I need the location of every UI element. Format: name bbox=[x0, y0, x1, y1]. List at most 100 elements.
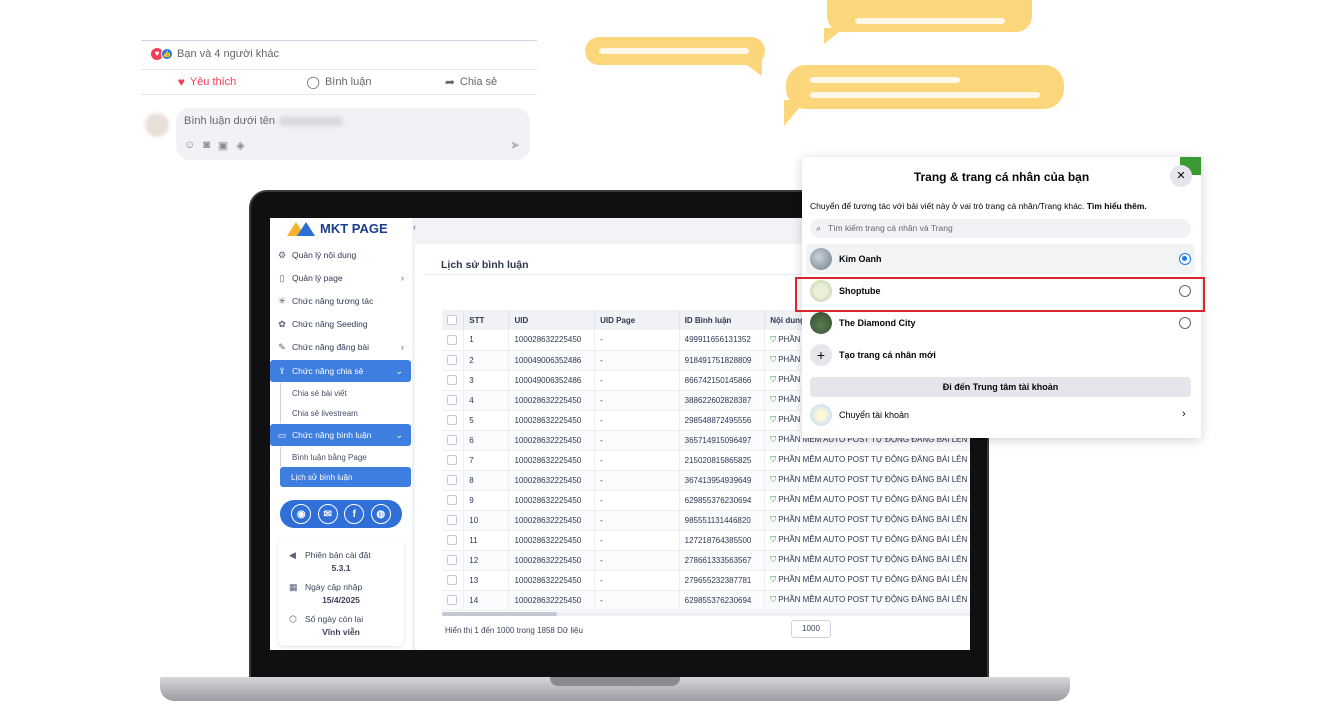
days-label: Số ngày còn lại bbox=[305, 614, 364, 624]
row-select-cell bbox=[442, 490, 465, 511]
cell-content-text: PHẦN MỀM AUTO POST TỰ ĐỘNG ĐĂNG BÀI LÊN … bbox=[778, 455, 970, 464]
table-row[interactable]: 11 100028632225450-127218764385500 ⛉ PHẦN M… bbox=[442, 530, 970, 551]
sidebar-item-commenting[interactable]: ▭ Chức năng bình luận ⌄ bbox=[270, 424, 411, 446]
row-checkbox[interactable] bbox=[447, 375, 457, 385]
cell-comment-id: 985551131446820 bbox=[679, 510, 766, 531]
messenger-icon[interactable]: ✉ bbox=[317, 504, 338, 524]
app-sidebar: MKT PAGE ⚙ Quản lý nội dung ▯ Quản lý pa… bbox=[270, 218, 412, 650]
cell-content: ⛉ PHẦN MỀM AUTO POST TỰ ĐỘNG ĐĂNG BÀI LÊN… bbox=[764, 550, 970, 571]
row-checkbox[interactable] bbox=[447, 555, 457, 565]
gif-icon[interactable]: ▣ bbox=[218, 139, 228, 152]
globe-icon[interactable]: ◍ bbox=[370, 504, 391, 524]
sidebar-subitem-share-livestream[interactable]: Chia sẻ livestream bbox=[280, 403, 411, 423]
table-row[interactable]: 13 100028632225450-279655232387781 ⛉ PHẦN M… bbox=[442, 570, 970, 591]
learn-more-link[interactable]: Tìm hiểu thêm. bbox=[1087, 201, 1147, 211]
cell-comment-id: 215020815865825 bbox=[679, 450, 766, 471]
sidebar-subitem-comment-history[interactable]: Lịch sử bình luận bbox=[280, 467, 411, 487]
row-checkbox[interactable] bbox=[447, 355, 457, 365]
row-select-cell bbox=[442, 350, 465, 371]
cell-comment-id: 918491751828809 bbox=[679, 350, 766, 371]
table-row[interactable]: 12 100028632225450-278661333563567 ⛉ PHẦN M… bbox=[442, 550, 970, 571]
scrollbar-thumb[interactable] bbox=[442, 612, 557, 616]
row-checkbox[interactable] bbox=[447, 495, 457, 505]
create-profile-row[interactable]: + Tạo trang cá nhân mới bbox=[802, 340, 1201, 370]
row-checkbox[interactable] bbox=[447, 334, 457, 345]
profile-radio[interactable] bbox=[1179, 253, 1191, 265]
commenter-avatar bbox=[145, 113, 169, 137]
sidebar-subitem-share-post[interactable]: Chia sẻ bài viết bbox=[280, 383, 411, 403]
bubble-line bbox=[810, 92, 1040, 98]
sidebar-item-sharing[interactable]: ⇪ Chức năng chia sẻ ⌄ bbox=[270, 360, 411, 382]
horizontal-scrollbar[interactable] bbox=[442, 612, 970, 616]
sidebar-item-interaction[interactable]: ✳ Chức năng tương tác bbox=[270, 290, 412, 312]
sidebar-item-label: Chức năng Seeding bbox=[292, 319, 368, 329]
accounts-center-button[interactable]: Đi đến Trung tâm tài khoản bbox=[810, 377, 1191, 397]
profile-radio[interactable] bbox=[1179, 317, 1191, 329]
cell-stt: 13 bbox=[463, 570, 510, 591]
select-all-checkbox[interactable] bbox=[447, 315, 457, 325]
cell-uid-page: - bbox=[594, 550, 680, 571]
sidebar-item-label: Chức năng tương tác bbox=[292, 296, 374, 306]
page-size-input[interactable]: 1000 bbox=[791, 620, 831, 638]
facebook-icon[interactable]: f bbox=[344, 504, 365, 524]
cell-stt: 4 bbox=[463, 390, 510, 411]
sidebar-subitem-comment-by-page[interactable]: Bình luận bằng Page bbox=[280, 447, 411, 467]
row-checkbox[interactable] bbox=[447, 515, 457, 525]
col-comment-id[interactable]: ID Bình luận bbox=[679, 310, 766, 330]
collapse-sidebar-icon[interactable]: ‹ bbox=[413, 222, 416, 232]
heart-icon: ♥ bbox=[177, 75, 185, 89]
close-icon[interactable]: ✕ bbox=[1170, 165, 1192, 187]
comment-icon: ▭ bbox=[277, 429, 287, 440]
table-row[interactable]: 9 100028632225450-629855376230694 ⛉ PHẦN MỀ… bbox=[442, 490, 970, 511]
col-uid[interactable]: UID bbox=[508, 310, 596, 330]
comment-input[interactable]: Bình luận dưới tên ☺ ◙ ▣ ◈ ➤ bbox=[176, 108, 530, 160]
share-button[interactable]: ➦ Chia sẻ bbox=[405, 70, 537, 94]
row-checkbox[interactable] bbox=[447, 415, 457, 425]
bubble-line bbox=[599, 48, 749, 54]
sidebar-item-label: Quản lý page bbox=[292, 273, 343, 283]
cell-uid-page: - bbox=[594, 450, 680, 471]
row-checkbox[interactable] bbox=[447, 535, 457, 545]
sidebar-item-page-management[interactable]: ▯ Quản lý page › bbox=[270, 267, 412, 289]
col-uid-page[interactable]: UID Page bbox=[594, 310, 680, 330]
comment-button[interactable]: ◯ Bình luận bbox=[273, 70, 405, 94]
col-stt[interactable]: STT bbox=[463, 310, 510, 330]
row-checkbox[interactable] bbox=[447, 595, 457, 605]
reaction-summary[interactable]: ♥ 👍 Bạn và 4 người khác bbox=[151, 47, 279, 61]
cell-comment-id: 298548872495556 bbox=[679, 410, 766, 431]
row-checkbox[interactable] bbox=[447, 455, 457, 465]
like-button[interactable]: ♥ Yêu thích bbox=[141, 70, 273, 94]
row-select-cell bbox=[442, 390, 465, 411]
sidebar-item-posting[interactable]: ✎ Chức năng đăng bài › bbox=[270, 336, 412, 358]
emoji-icon[interactable]: ☺ bbox=[184, 139, 195, 152]
like-label: Yêu thích bbox=[189, 76, 237, 88]
cell-stt: 7 bbox=[463, 450, 510, 471]
sticker-icon[interactable]: ◈ bbox=[236, 139, 244, 152]
sidebar-item-content[interactable]: ⚙ Quản lý nội dung bbox=[270, 244, 412, 266]
profile-row-kim-oanh[interactable]: Kim Oanh bbox=[806, 244, 1195, 274]
cell-content-text: PHẦN MỀM AUTO POST TỰ ĐỘNG ĐĂNG BÀI LÊN … bbox=[778, 595, 970, 604]
cell-content-text: PHẦN MỀM AUTO POST TỰ ĐỘNG ĐĂNG BÀI LÊN … bbox=[778, 555, 970, 564]
profile-search-input[interactable]: ⌕ Tìm kiếm trang cá nhân và Trang bbox=[810, 219, 1191, 238]
row-checkbox[interactable] bbox=[447, 435, 457, 445]
sidebar-item-seeding[interactable]: ✿ Chức năng Seeding bbox=[270, 313, 412, 335]
support-icon[interactable]: ◉ bbox=[291, 504, 312, 524]
cell-stt: 2 bbox=[463, 350, 510, 371]
camera-icon[interactable]: ◙ bbox=[203, 139, 210, 152]
row-checkbox[interactable] bbox=[447, 575, 457, 585]
cell-stt: 11 bbox=[463, 530, 510, 551]
table-row[interactable]: 7 100028632225450-215020815865825 ⛉ PHẦN MỀ… bbox=[442, 450, 970, 471]
table-row[interactable]: 14 100028632225450-629855376230694 ⛉ PHẦN M… bbox=[442, 590, 970, 611]
row-checkbox[interactable] bbox=[447, 395, 457, 405]
row-checkbox[interactable] bbox=[447, 475, 457, 485]
profile-row-diamond-city[interactable]: The Diamond City bbox=[802, 308, 1201, 338]
cell-content-text: PHẦN bbox=[778, 395, 801, 404]
shield-check-icon: ⛉ bbox=[770, 395, 777, 404]
table-row[interactable]: 10 100028632225450-985551131446820 ⛉ PHẦN M… bbox=[442, 510, 970, 531]
cell-comment-id: 367413954939649 bbox=[679, 470, 766, 491]
send-icon[interactable]: ➤ bbox=[510, 138, 520, 152]
switch-account-row[interactable]: Chuyển tài khoản › bbox=[802, 400, 1201, 430]
table-row[interactable]: 8 100028632225450-367413954939649 ⛉ PHẦN MỀ… bbox=[442, 470, 970, 491]
shield-check-icon: ⛉ bbox=[770, 535, 777, 544]
cell-content: ⛉ PHẦN MỀM AUTO POST TỰ ĐỘNG ĐĂNG BÀI LÊN… bbox=[764, 570, 970, 591]
